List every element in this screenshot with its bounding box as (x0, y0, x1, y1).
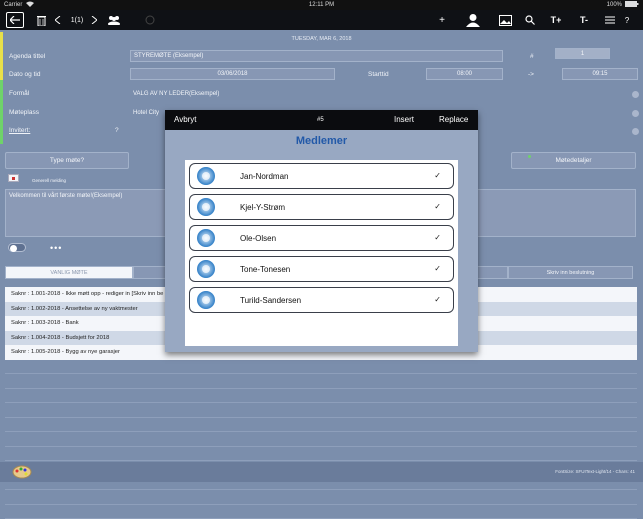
modal-title: Medlemer (165, 135, 478, 147)
search-icon[interactable] (523, 12, 537, 28)
member-name: Turild-Sandersen (240, 296, 301, 305)
agenda-label: Agenda tittel (9, 53, 45, 60)
details-indicator (528, 155, 531, 158)
general-label: Generell melding (32, 178, 66, 183)
check-icon: ✓ (434, 171, 441, 180)
number-label: # (530, 53, 534, 60)
date-label: Dato og tid (9, 71, 40, 78)
check-icon: ✓ (434, 202, 441, 211)
add-button[interactable]: + (436, 12, 448, 28)
empty-row (5, 403, 637, 418)
start-time-field[interactable]: 08:00 (426, 68, 503, 80)
date-header: TUESDAY, MAR 6, 2018 (0, 36, 643, 42)
arrow-label: -> (528, 71, 534, 78)
sun-icon (192, 165, 220, 187)
toggle-switch[interactable] (8, 243, 26, 252)
segment-write-decision[interactable]: Skriv inn beslutning (508, 266, 633, 279)
user-icon[interactable] (464, 12, 482, 28)
sun-icon (192, 196, 220, 218)
venue-label: Møteplass (9, 109, 39, 116)
purpose-field[interactable]: VALG AV NY LEDER(Eksempel) (130, 88, 638, 100)
footer: FontSize: SFUIText-Light/14 - Chars: 41 (0, 462, 643, 482)
empty-row (5, 447, 637, 462)
clock: 12:11 PM (0, 2, 643, 8)
refresh-icon[interactable] (143, 12, 157, 28)
date-field[interactable]: 03/06/2018 (130, 68, 335, 80)
start-label: Starttid (368, 71, 389, 78)
page-indicator: 1(1) (67, 12, 87, 28)
group-icon[interactable] (106, 12, 122, 28)
text-larger-button[interactable]: T+ (548, 12, 564, 28)
clear-invited-icon[interactable] (632, 128, 639, 135)
member-row[interactable]: Kjel-Y-Strøm ✓ (189, 194, 454, 220)
member-row[interactable]: Turild-Sandersen ✓ (189, 287, 454, 313)
invited-help[interactable]: ? (115, 127, 119, 134)
image-icon[interactable] (497, 12, 513, 28)
tab-type[interactable]: Type møte? (5, 152, 129, 169)
member-count: #5 (317, 117, 324, 123)
accent-green (0, 80, 3, 144)
member-name: Kjel-Y-Strøm (240, 203, 285, 212)
check-icon: ✓ (434, 295, 441, 304)
end-time-field[interactable]: 09:15 (562, 68, 638, 80)
check-icon: ✓ (434, 264, 441, 273)
replace-button[interactable]: Replace (439, 115, 468, 124)
toolbar: 1(1) + T+ T- ? (0, 10, 643, 30)
more-icon[interactable]: ••• (50, 243, 62, 253)
member-name: Tone-Tonesen (240, 265, 290, 274)
help-button[interactable]: ? (622, 12, 632, 28)
check-icon: ✓ (434, 233, 441, 242)
menu-icon[interactable] (604, 12, 616, 28)
clear-purpose-icon[interactable] (632, 91, 639, 98)
palette-icon[interactable] (12, 465, 32, 481)
segment-regular[interactable]: VANLIG MØTE (5, 266, 133, 279)
empty-row (5, 374, 637, 389)
font-info: FontSize: SFUIText-Light/14 - Chars: 41 (555, 469, 635, 474)
trash-icon[interactable] (34, 12, 48, 28)
insert-button[interactable]: Insert (394, 115, 414, 124)
agenda-field[interactable]: STYREMØTE (Eksempel) (130, 50, 503, 62)
member-list: Jan-Nordman ✓ Kjel-Y-Strøm ✓ Ole-Olsen ✓… (185, 160, 458, 346)
empty-row (5, 505, 637, 519)
member-row[interactable]: Ole-Olsen ✓ (189, 225, 454, 251)
purpose-label: Formål (9, 90, 29, 97)
sun-icon (192, 258, 220, 280)
cancel-button[interactable]: Avbryt (174, 115, 197, 124)
empty-row (5, 418, 637, 433)
empty-row (5, 432, 637, 447)
flag-icon[interactable] (8, 174, 19, 182)
invited-link[interactable]: Invitert: (9, 127, 30, 134)
empty-row (5, 389, 637, 404)
back-icon[interactable] (6, 12, 24, 28)
member-row[interactable]: Tone-Tonesen ✓ (189, 256, 454, 282)
next-icon[interactable] (89, 12, 99, 28)
modal-toolbar: Avbryt #5 Insert Replace (165, 110, 478, 130)
prev-icon[interactable] (53, 12, 63, 28)
tab-details-label: Møtedetaljer (555, 157, 591, 164)
member-name: Ole-Olsen (240, 234, 276, 243)
accent-yellow (0, 32, 3, 80)
empty-row (5, 490, 637, 505)
member-name: Jan-Nordman (240, 172, 288, 181)
text-smaller-button[interactable]: T- (576, 12, 592, 28)
sun-icon (192, 227, 220, 249)
empty-row (5, 360, 637, 375)
status-bar: Carrier 12:11 PM 100% (0, 0, 643, 10)
sun-icon (192, 289, 220, 311)
member-row[interactable]: Jan-Nordman ✓ (189, 163, 454, 189)
members-modal: Avbryt #5 Insert Replace Medlemer Jan-No… (165, 110, 478, 352)
clear-venue-icon[interactable] (632, 110, 639, 117)
number-field[interactable]: 1 (555, 48, 610, 59)
